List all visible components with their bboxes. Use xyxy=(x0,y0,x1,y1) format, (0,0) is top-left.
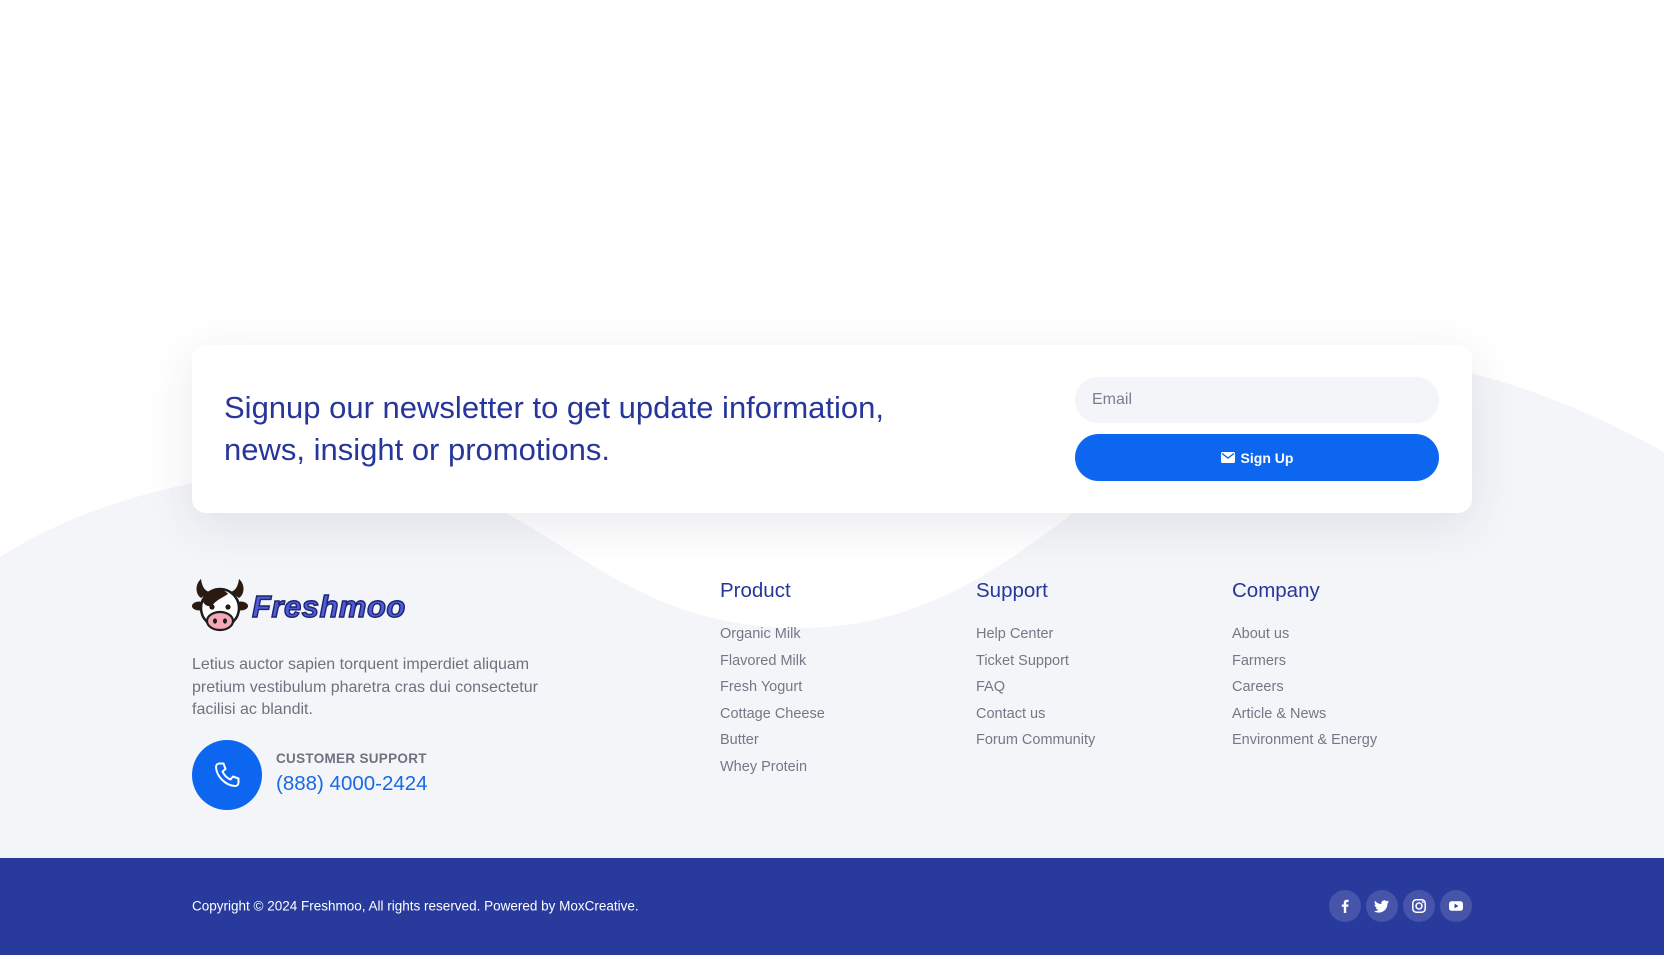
footer-link-item: Flavored Milk xyxy=(720,648,960,675)
footer-link-about-us[interactable]: About us xyxy=(1232,626,1289,642)
footer-bottom-bar: Copyright © 2024 Freshmoo, All rights re… xyxy=(0,858,1664,955)
brand-wordmark: Freshmoo xyxy=(251,588,406,624)
mail-icon xyxy=(1220,452,1235,463)
footer-link-item: Contact us xyxy=(976,701,1216,728)
footer-link-ticket-support[interactable]: Ticket Support xyxy=(976,653,1069,669)
footer-link-farmers[interactable]: Farmers xyxy=(1232,653,1286,669)
footer-link-item: Whey Protein xyxy=(720,754,960,781)
footer-link-item: Cottage Cheese xyxy=(720,701,960,728)
customer-support-call-button[interactable] xyxy=(192,740,262,810)
signup-button-label: Sign Up xyxy=(1240,449,1294,466)
facebook-icon xyxy=(1341,899,1349,913)
footer-link-item: Help Center xyxy=(976,621,1216,648)
footer-link-list: About us Farmers Careers Article & News … xyxy=(1232,621,1472,754)
facebook-link[interactable] xyxy=(1329,890,1361,922)
footer-column-support: Support Help Center Ticket Support FAQ C… xyxy=(976,578,1216,754)
instagram-link[interactable] xyxy=(1403,890,1435,922)
footer-link-careers[interactable]: Careers xyxy=(1232,679,1284,695)
youtube-icon xyxy=(1449,901,1463,911)
footer-link-flavored-milk[interactable]: Flavored Milk xyxy=(720,653,806,669)
footer-link-article-news[interactable]: Article & News xyxy=(1232,706,1326,722)
footer-column-title: Support xyxy=(976,579,1048,602)
footer-link-item: FAQ xyxy=(976,674,1216,701)
brand-logo[interactable]: Freshmoo xyxy=(192,576,408,634)
footer-link-environment-energy[interactable]: Environment & Energy xyxy=(1232,732,1377,748)
footer-link-faq[interactable]: FAQ xyxy=(976,679,1005,695)
footer-link-organic-milk[interactable]: Organic Milk xyxy=(720,626,801,642)
footer-link-fresh-yogurt[interactable]: Fresh Yogurt xyxy=(720,679,802,695)
instagram-icon xyxy=(1412,899,1426,913)
footer-column-company: Company About us Farmers Careers Article… xyxy=(1232,578,1472,754)
footer-link-list: Organic Milk Flavored Milk Fresh Yogurt … xyxy=(720,621,960,781)
footer-link-item: Article & News xyxy=(1232,701,1472,728)
footer-link-item: Environment & Energy xyxy=(1232,727,1472,754)
youtube-link[interactable] xyxy=(1440,890,1472,922)
customer-support-label: CUSTOMER SUPPORT xyxy=(276,751,427,766)
newsletter-signup-button[interactable]: Sign Up xyxy=(1075,434,1439,481)
footer-link-forum-community[interactable]: Forum Community xyxy=(976,732,1095,748)
footer-link-list: Help Center Ticket Support FAQ Contact u… xyxy=(976,621,1216,754)
footer-link-item: Butter xyxy=(720,727,960,754)
footer-link-contact-us[interactable]: Contact us xyxy=(976,706,1045,722)
footer-link-whey-protein[interactable]: Whey Protein xyxy=(720,759,807,775)
footer-link-butter[interactable]: Butter xyxy=(720,732,759,748)
footer-column-product: Product Organic Milk Flavored Milk Fresh… xyxy=(720,578,960,781)
footer-link-item: Forum Community xyxy=(976,727,1216,754)
social-links xyxy=(1329,890,1472,922)
twitter-link[interactable] xyxy=(1366,890,1398,922)
footer-link-item: Fresh Yogurt xyxy=(720,674,960,701)
newsletter-email-input[interactable] xyxy=(1075,377,1439,423)
footer-link-item: Careers xyxy=(1232,674,1472,701)
brand-description: Letius auctor sapien torquent imperdiet … xyxy=(192,656,538,718)
footer-link-help-center[interactable]: Help Center xyxy=(976,626,1053,642)
newsletter-card: Signup our newsletter to get update info… xyxy=(192,345,1472,513)
footer-column-title: Product xyxy=(720,579,791,602)
copyright-text: Copyright © 2024 Freshmoo, All rights re… xyxy=(192,898,639,914)
footer-column-title: Company xyxy=(1232,579,1320,602)
footer-link-item: Organic Milk xyxy=(720,621,960,648)
twitter-icon xyxy=(1374,900,1389,913)
footer-link-item: About us xyxy=(1232,621,1472,648)
phone-icon xyxy=(215,762,240,787)
footer-link-item: Farmers xyxy=(1232,648,1472,675)
cow-logo-icon xyxy=(192,579,248,632)
customer-support-phone-link[interactable]: (888) 4000-2424 xyxy=(276,772,428,796)
footer-link-item: Ticket Support xyxy=(976,648,1216,675)
newsletter-heading: Signup our newsletter to get update info… xyxy=(224,390,885,467)
footer-link-cottage-cheese[interactable]: Cottage Cheese xyxy=(720,706,825,722)
